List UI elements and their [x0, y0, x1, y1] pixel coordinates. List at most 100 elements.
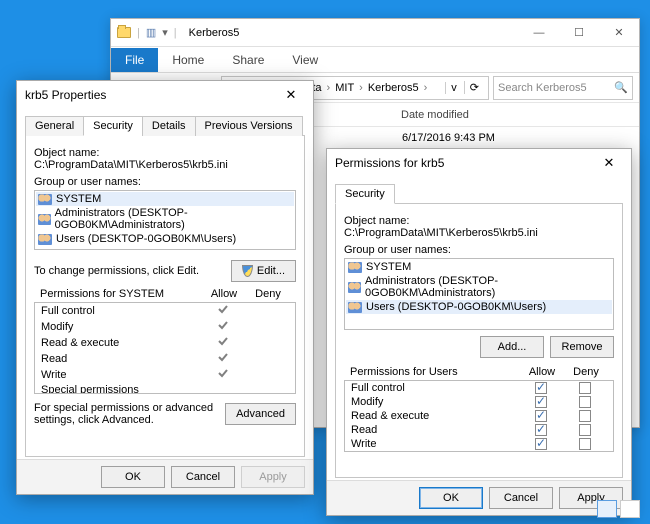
deny-checkbox[interactable]: [579, 424, 591, 436]
close-button[interactable]: ✕: [277, 83, 305, 107]
group-icon: [348, 302, 362, 313]
cancel-button[interactable]: Cancel: [171, 466, 235, 488]
shield-icon: [242, 265, 253, 277]
ok-button[interactable]: OK: [101, 466, 165, 488]
permission-row: Read & execute: [345, 409, 613, 423]
permission-name: Full control: [41, 305, 201, 317]
principal-item[interactable]: Users (DESKTOP-0GOB0KM\Users): [346, 300, 612, 314]
tab-share[interactable]: Share: [218, 48, 278, 72]
minimize-button[interactable]: —: [519, 19, 559, 47]
qat-save-icon[interactable]: ▥: [146, 26, 156, 39]
permissions-table: Permissions for Users Allow Deny Full co…: [344, 364, 614, 452]
permission-row: Read & execute: [35, 335, 295, 351]
tab-file[interactable]: File: [111, 48, 158, 72]
deny-checkbox[interactable]: [579, 438, 591, 450]
principal-item[interactable]: Administrators (DESKTOP-0GOB0KM\Administ…: [346, 274, 612, 300]
principals-list[interactable]: SYSTEMAdministrators (DESKTOP-0GOB0KM\Ad…: [344, 258, 614, 330]
permission-row: Read: [345, 423, 613, 437]
permission-row: Special permissions: [35, 383, 295, 394]
tab-details[interactable]: Details: [142, 116, 196, 136]
col-allow: Allow: [520, 366, 564, 378]
chevron-right-icon: ›: [324, 82, 334, 94]
group-label: Group or user names:: [34, 176, 296, 188]
permission-name: Read: [41, 353, 201, 365]
refresh-icon[interactable]: ⟳: [464, 81, 484, 94]
icons-view-icon[interactable]: [620, 500, 640, 518]
deny-checkbox[interactable]: [579, 410, 591, 422]
deny-checkbox[interactable]: [579, 382, 591, 394]
dialog-titlebar[interactable]: krb5 Properties ✕: [17, 81, 313, 109]
qat-divider: |: [137, 27, 140, 39]
permission-row: Modify: [345, 395, 613, 409]
allow-indicator: [201, 320, 245, 334]
tab-general[interactable]: General: [25, 116, 84, 136]
tab-view[interactable]: View: [278, 48, 332, 72]
chevron-right-icon: ›: [356, 82, 366, 94]
principal-item[interactable]: Users (DESKTOP-0GOB0KM\Users): [36, 232, 294, 246]
edit-button[interactable]: Edit...: [231, 260, 296, 282]
column-date[interactable]: Date modified: [401, 109, 469, 121]
tab-previous-versions[interactable]: Previous Versions: [195, 116, 303, 136]
breadcrumb-segment[interactable]: Kerberos5: [368, 82, 419, 94]
dialog-titlebar[interactable]: Permissions for krb5 ✕: [327, 149, 631, 177]
allow-checkbox[interactable]: [535, 424, 547, 436]
col-deny: Deny: [564, 366, 608, 378]
tab-security[interactable]: Security: [83, 116, 143, 136]
chevron-right-icon: ›: [421, 82, 431, 94]
deny-checkbox[interactable]: [579, 396, 591, 408]
tab-security[interactable]: Security: [335, 184, 395, 204]
object-name-label: Object name:: [344, 215, 409, 227]
object-name-value: C:\ProgramData\MIT\Kerberos5\krb5.ini: [34, 159, 228, 171]
allow-checkbox[interactable]: [535, 396, 547, 408]
close-button[interactable]: ✕: [599, 19, 639, 47]
perm-for-label: Permissions for SYSTEM: [40, 288, 202, 300]
remove-button[interactable]: Remove: [550, 336, 614, 358]
explorer-titlebar[interactable]: | ▥ ▾ | Kerberos5 — ☐ ✕: [111, 19, 639, 47]
permissions-table: Permissions for SYSTEM Allow Deny Full c…: [34, 286, 296, 394]
search-input[interactable]: Search Kerberos5 🔍: [493, 76, 633, 100]
ok-button[interactable]: OK: [419, 487, 483, 509]
advanced-button[interactable]: Advanced: [225, 403, 296, 425]
search-icon[interactable]: 🔍: [614, 81, 628, 94]
col-deny: Deny: [246, 288, 290, 300]
permission-name: Read & execute: [41, 337, 201, 349]
cancel-button[interactable]: Cancel: [489, 487, 553, 509]
view-switcher[interactable]: [597, 500, 640, 518]
allow-checkbox[interactable]: [535, 382, 547, 394]
permissions-dialog: Permissions for krb5 ✕ Security Object n…: [326, 148, 632, 516]
principal-item[interactable]: SYSTEM: [36, 192, 294, 206]
tab-strip: Security: [335, 183, 623, 204]
user-icon: [348, 262, 362, 273]
qat-dropdown-icon[interactable]: ▾: [162, 26, 168, 39]
dialog-footer: OK Cancel Apply: [17, 459, 313, 494]
permission-row: Read: [35, 351, 295, 367]
group-icon: [38, 234, 52, 245]
ribbon-tabs: File Home Share View: [111, 47, 639, 73]
breadcrumb-segment[interactable]: MIT: [335, 82, 354, 94]
dialog-title: Permissions for krb5: [335, 156, 444, 170]
principal-item[interactable]: SYSTEM: [346, 260, 612, 274]
allow-checkbox[interactable]: [535, 438, 547, 450]
add-button[interactable]: Add...: [480, 336, 544, 358]
object-name-row: Object name: C:\ProgramData\MIT\Kerberos…: [34, 147, 296, 171]
user-icon: [38, 194, 52, 205]
principals-list[interactable]: SYSTEM Administrators (DESKTOP-0GOB0KM\A…: [34, 190, 296, 250]
tab-home[interactable]: Home: [158, 48, 218, 72]
group-label: Group or user names:: [344, 244, 614, 256]
tab-strip: General Security Details Previous Versio…: [25, 115, 305, 136]
allow-indicator: [201, 368, 245, 382]
history-dropdown-icon[interactable]: v: [445, 82, 462, 94]
folder-icon: [117, 27, 131, 38]
apply-button[interactable]: Apply: [241, 466, 305, 488]
close-button[interactable]: ✕: [595, 151, 623, 175]
allow-checkbox[interactable]: [535, 410, 547, 422]
details-view-icon[interactable]: [597, 500, 617, 518]
permission-name: Read: [351, 424, 519, 436]
allow-indicator: [201, 336, 245, 350]
permission-row: Write: [35, 367, 295, 383]
permission-name: Full control: [351, 382, 519, 394]
qat-sep: |: [174, 27, 177, 39]
group-icon: [38, 214, 51, 225]
principal-item[interactable]: Administrators (DESKTOP-0GOB0KM\Administ…: [36, 206, 294, 232]
maximize-button[interactable]: ☐: [559, 19, 599, 47]
